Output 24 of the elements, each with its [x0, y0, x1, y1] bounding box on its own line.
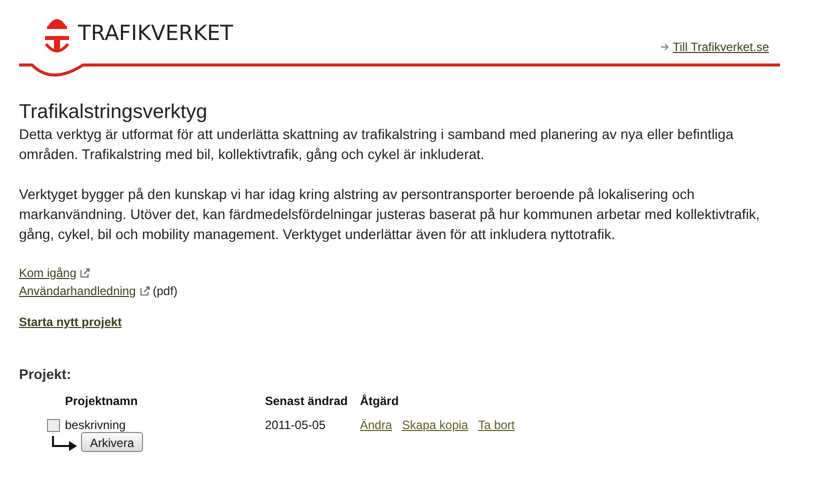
action-link[interactable]: Ändra	[360, 416, 392, 434]
checkbox[interactable]	[47, 418, 60, 432]
return-arrow-icon	[51, 436, 79, 452]
action-link[interactable]: Skapa kopia	[402, 416, 468, 434]
column-header: Åtgärd	[360, 393, 399, 410]
action-link[interactable]: Ta bort	[478, 416, 515, 434]
new-project-link[interactable]: Starta nytt projekt	[19, 312, 122, 332]
column-header: Senast ändrad	[265, 393, 348, 410]
arrow-right-icon	[660, 43, 669, 51]
page-title: Trafikalstringsverktyg	[19, 100, 208, 124]
file-type-text: (pdf)	[152, 283, 178, 300]
paragraph: Detta verktyg är utformat för att underlätta skattning av trafikalstring i samband med planering av nya eller befintliga områden. Trafikalstring med bil, kollektivtrafik, gång och cykel är inkluderat.	[19, 125, 734, 164]
column-header: Projektnamn	[65, 393, 138, 410]
doc-link[interactable]: Kom igång	[19, 264, 76, 282]
external-link-icon	[140, 286, 150, 296]
paragraph: Verktyget bygger på den kunskap vi har idag kring alstring av persontransporter beroende på lokalisering och markanvändning. Utöver det, kan färdmedelsfördelningar justeras baserat på hur kommunen arbetar med kollektivtrafik, gång, cykel, bil och mobility management. Verktyget underlättar även för att inkludera nyttotrafik.	[19, 185, 761, 244]
table-cell-text: beskrivning	[65, 417, 126, 434]
table-cell-text: 2011-05-05	[265, 417, 326, 434]
archive-button[interactable]: Arkivera	[81, 432, 144, 452]
external-link-icon	[80, 268, 90, 278]
logo-text: TRAFIKVERKET	[78, 20, 234, 48]
section-heading: Projekt:	[19, 365, 72, 384]
doc-link[interactable]: Användarhandledning	[19, 282, 136, 300]
site-link[interactable]: Till Trafikverket.se	[672, 38, 769, 56]
